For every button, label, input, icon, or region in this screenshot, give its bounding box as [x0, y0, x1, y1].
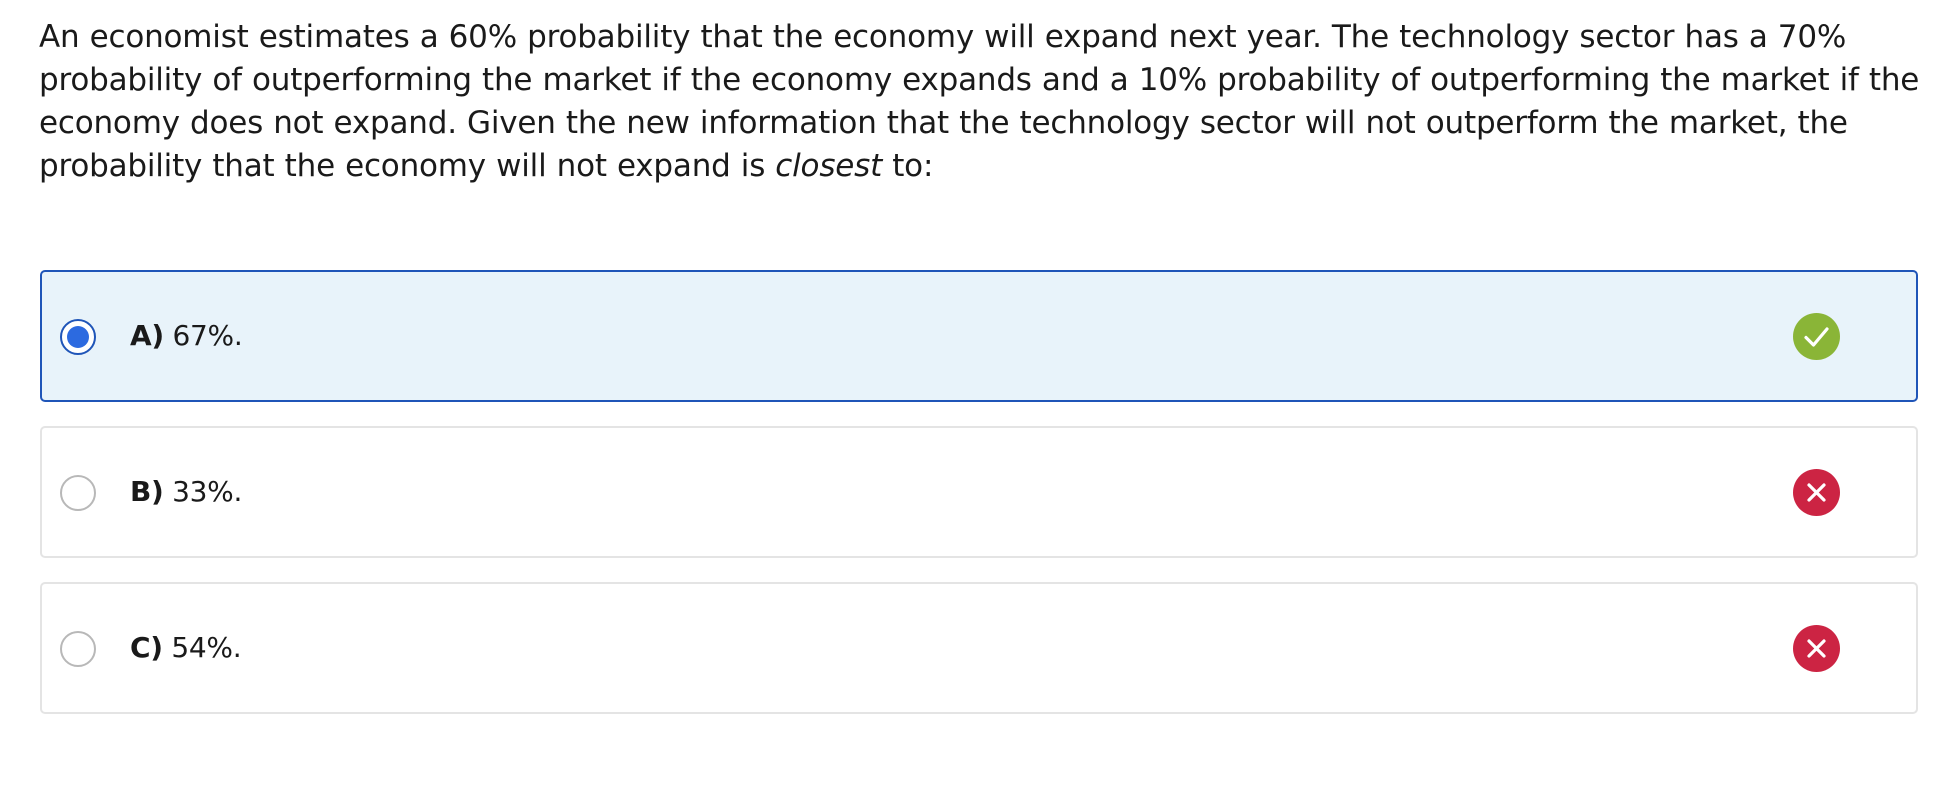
option-letter: B): [130, 475, 164, 508]
option-value: 67%.: [172, 319, 243, 352]
option-label-b: B) 33%.: [130, 428, 242, 556]
question-ending: to:: [882, 148, 934, 184]
answer-option-a[interactable]: A) 67%.: [40, 270, 1918, 402]
question-body: An economist estimates a 60% probability…: [39, 19, 1920, 184]
check-icon: [1793, 313, 1840, 360]
question-emphasis: closest: [775, 148, 883, 184]
answer-option-b[interactable]: B) 33%.: [40, 426, 1918, 558]
option-value: 33%.: [172, 475, 243, 508]
radio-button-c[interactable]: [60, 631, 96, 667]
radio-button-a[interactable]: [60, 319, 96, 355]
x-icon: [1793, 625, 1840, 672]
answer-option-c[interactable]: C) 54%.: [40, 582, 1918, 714]
option-label-c: C) 54%.: [130, 584, 242, 712]
radio-button-b[interactable]: [60, 475, 96, 511]
x-icon: [1793, 469, 1840, 516]
option-value: 54%.: [171, 631, 242, 664]
option-letter: A): [130, 319, 164, 352]
radio-selected-dot: [67, 326, 89, 348]
question-text: An economist estimates a 60% probability…: [39, 16, 1929, 188]
option-letter: C): [130, 631, 163, 664]
option-label-a: A) 67%.: [130, 272, 243, 400]
